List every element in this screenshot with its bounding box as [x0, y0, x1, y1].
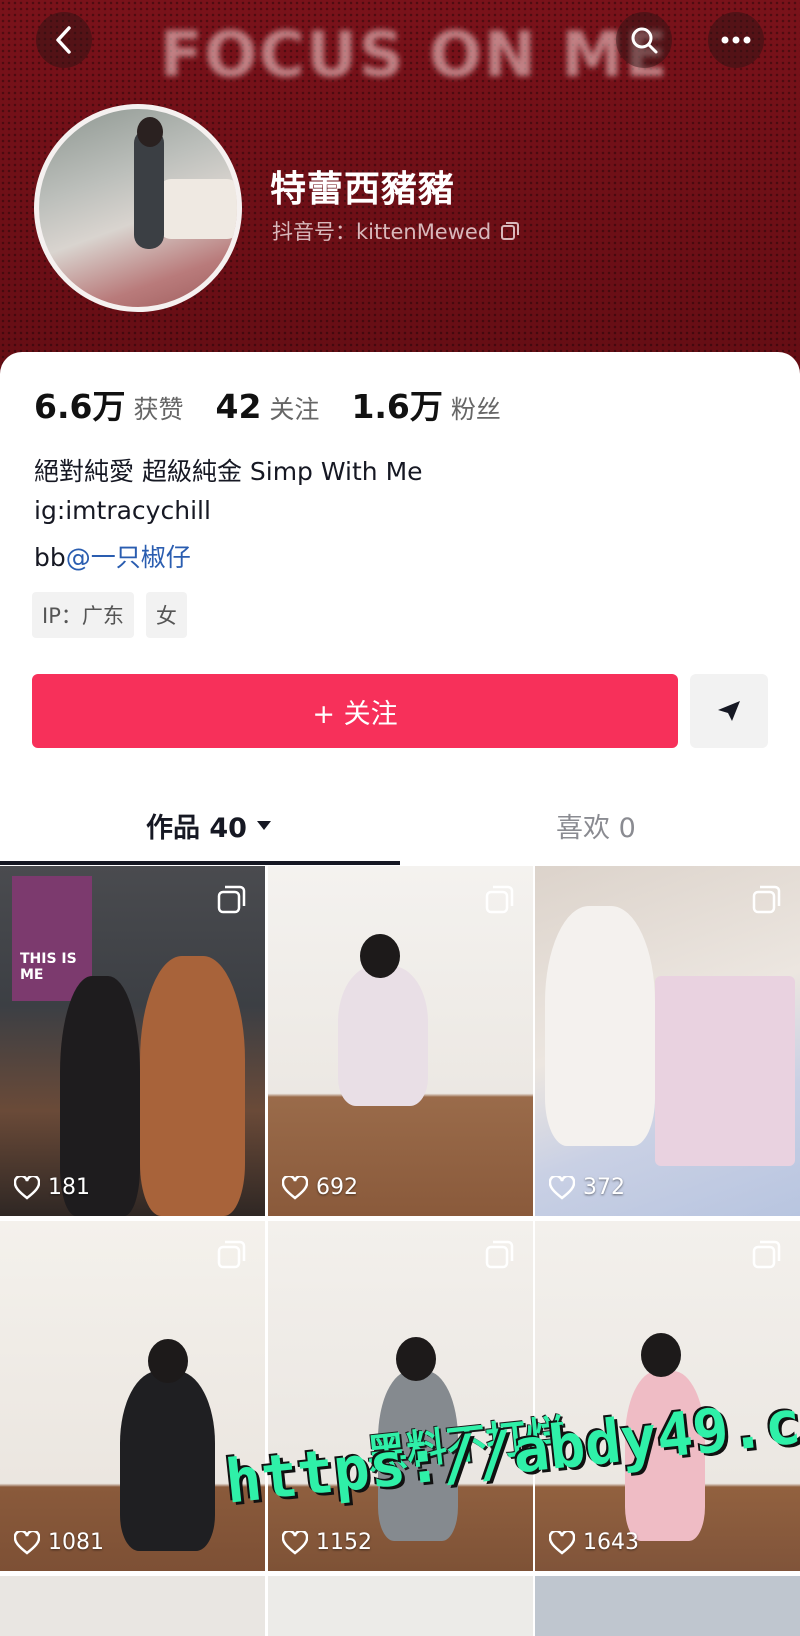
stat-value: 42	[215, 387, 262, 426]
douyin-id[interactable]: 抖音号：kittenMewed	[272, 216, 521, 246]
post-likes: 1643	[549, 1530, 639, 1555]
avatar-photo-head	[137, 117, 163, 147]
post-likes: 1152	[282, 1530, 372, 1555]
multi-image-icon	[752, 885, 781, 914]
more-dots-icon	[721, 36, 751, 44]
more-button[interactable]	[708, 12, 764, 68]
person-figure	[140, 956, 245, 1216]
back-button[interactable]	[36, 12, 92, 68]
post-likes-count: 181	[48, 1175, 90, 1200]
multi-image-icon	[485, 885, 514, 914]
profile-name: 特蕾西豬豬	[270, 169, 456, 210]
multi-image-icon	[752, 1240, 781, 1269]
multi-image-icon	[217, 885, 246, 914]
heart-icon	[14, 1175, 40, 1200]
caret-down-icon	[256, 820, 271, 830]
post-tile[interactable]	[535, 1576, 800, 1636]
heart-icon	[14, 1530, 40, 1555]
douyin-id-text: 抖音号：kittenMewed	[272, 220, 492, 244]
banner-text: FOCUS ON ME	[160, 18, 670, 91]
multi-image-icon	[485, 1240, 514, 1269]
stat-value: 6.6万	[34, 387, 126, 426]
multi-image-icon	[217, 1240, 246, 1269]
gift-box	[655, 976, 795, 1166]
bio-line: 絕對純愛 超級純金 Simp With Me	[34, 457, 423, 486]
stat-value: 1.6万	[351, 387, 443, 426]
post-likes-count: 372	[583, 1175, 625, 1200]
post-tile[interactable]: 1081	[0, 1221, 265, 1571]
person-figure	[360, 934, 400, 978]
search-button[interactable]	[616, 12, 672, 68]
gender-tag: 女	[145, 592, 187, 638]
stat-label: 获赞	[133, 395, 184, 424]
post-tile[interactable]	[0, 1576, 265, 1636]
stats-row: 6.6万 获赞 42 关注 1.6万 粉丝	[34, 380, 533, 428]
person-figure	[641, 1333, 681, 1377]
stat-label: 粉丝	[450, 395, 501, 424]
person-figure	[338, 966, 428, 1106]
post-likes: 181	[14, 1175, 90, 1200]
tab-indicator	[0, 861, 400, 865]
tab-likes[interactable]: 喜欢 0	[556, 806, 636, 845]
post-likes-count: 692	[316, 1175, 358, 1200]
bio-line: ig:imtracychill	[34, 496, 211, 525]
bio-line: bb@一只椒仔	[34, 538, 191, 574]
avatar[interactable]	[34, 104, 242, 312]
person-figure	[396, 1337, 436, 1381]
bio-text: bb	[34, 543, 66, 572]
stat-label: 关注	[269, 395, 320, 424]
mention-link[interactable]: @一只椒仔	[66, 543, 191, 572]
stat-following[interactable]: 42 关注	[215, 387, 319, 426]
follow-button[interactable]: + 关注	[32, 674, 678, 748]
post-likes-count: 1152	[316, 1530, 372, 1555]
copy-icon	[501, 222, 520, 240]
person-figure	[148, 1339, 188, 1383]
message-button[interactable]	[690, 674, 768, 748]
post-tile[interactable]: THIS IS ME 181	[0, 866, 265, 1216]
heart-icon	[282, 1530, 308, 1555]
post-tile[interactable]: 1152	[268, 1221, 533, 1571]
stat-likes[interactable]: 6.6万 获赞	[34, 380, 183, 428]
chevron-left-icon	[56, 26, 71, 54]
avatar-photo-sofa	[159, 179, 237, 239]
post-likes-count: 1081	[48, 1530, 104, 1555]
search-icon	[631, 27, 658, 54]
heart-icon	[549, 1530, 575, 1555]
send-icon	[718, 701, 740, 721]
person-figure	[545, 906, 655, 1146]
post-likes: 692	[282, 1175, 358, 1200]
heart-icon	[282, 1175, 308, 1200]
post-likes: 372	[549, 1175, 625, 1200]
tab-works-label: 作品 40	[146, 813, 247, 844]
ip-location-tag: IP：广东	[32, 592, 134, 638]
post-tile[interactable]: 372	[535, 866, 800, 1216]
tab-works[interactable]: 作品 40	[146, 806, 271, 845]
poster-text: THIS IS ME	[20, 951, 77, 983]
stat-followers[interactable]: 1.6万 粉丝	[351, 380, 500, 428]
post-likes-count: 1643	[583, 1530, 639, 1555]
profile-tags: IP：广东 女	[32, 592, 187, 638]
heart-icon	[549, 1175, 575, 1200]
person-figure	[120, 1371, 215, 1551]
post-tile[interactable]: 692	[268, 866, 533, 1216]
avatar-photo-figure	[134, 129, 164, 249]
post-likes: 1081	[14, 1530, 104, 1555]
post-tile[interactable]	[268, 1576, 533, 1636]
